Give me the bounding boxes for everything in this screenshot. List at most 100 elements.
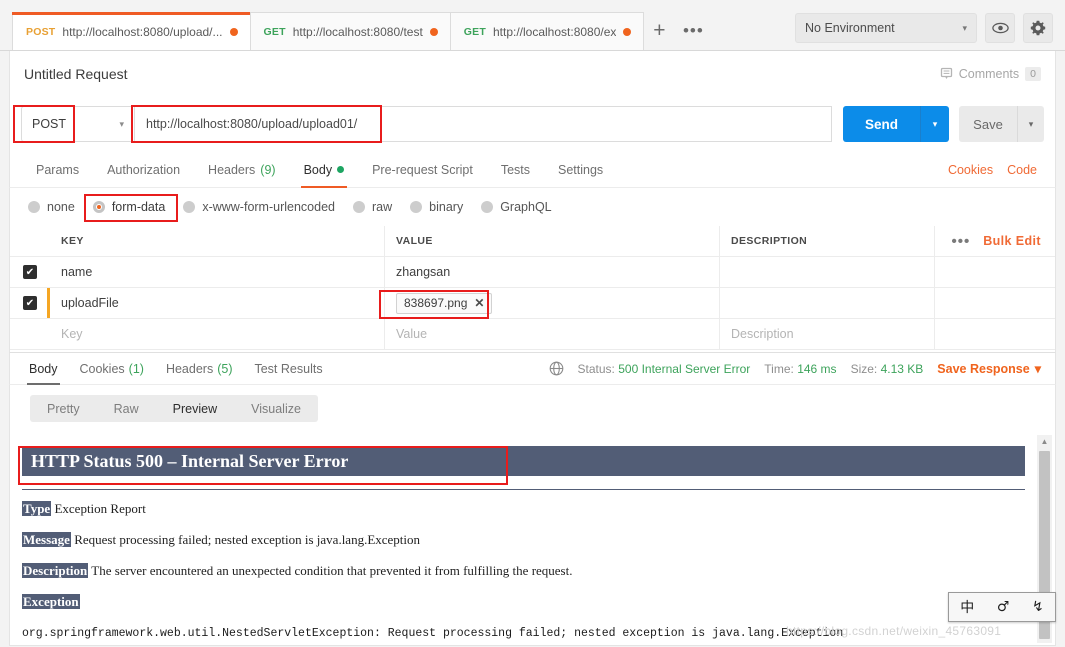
body-type-none[interactable]: none bbox=[28, 200, 75, 214]
response-tab-body[interactable]: Body bbox=[18, 352, 69, 385]
tab-tests[interactable]: Tests bbox=[487, 152, 544, 188]
body-type-x-www-form-urlencoded[interactable]: x-www-form-urlencoded bbox=[183, 200, 335, 214]
scroll-up-arrow-icon[interactable]: ▲ bbox=[1037, 437, 1052, 446]
row-checkbox[interactable]: ✔ bbox=[23, 265, 37, 279]
row-key-input[interactable]: uploadFile bbox=[50, 288, 385, 318]
view-tab-raw[interactable]: Raw bbox=[97, 395, 156, 422]
table-row: ✔ uploadFile 838697.png ✕ bbox=[10, 288, 1055, 319]
request-tab-list: POST http://localhost:8080/upload/... GE… bbox=[0, 0, 710, 50]
radio-icon bbox=[410, 201, 423, 213]
save-options-button[interactable]: ▾ bbox=[1017, 106, 1044, 142]
globe-icon bbox=[549, 361, 563, 376]
settings-button[interactable] bbox=[1023, 13, 1053, 43]
column-header-key: KEY bbox=[50, 226, 385, 256]
row-actions bbox=[935, 288, 1055, 318]
view-tab-pretty[interactable]: Pretty bbox=[30, 395, 97, 422]
environment-selector[interactable]: No Environment ▾ bbox=[795, 13, 977, 43]
size-label: Size: bbox=[850, 361, 878, 376]
row-value-file-cell[interactable]: 838697.png ✕ bbox=[385, 288, 720, 318]
tab-label: Tests bbox=[500, 162, 530, 177]
new-key-input[interactable]: Key bbox=[50, 319, 385, 349]
chevron-down-icon: ▾ bbox=[962, 22, 967, 33]
banner-divider bbox=[22, 489, 1025, 490]
http-method-label: POST bbox=[32, 117, 67, 131]
table-header-row: KEY VALUE DESCRIPTION ••• Bulk Edit bbox=[10, 226, 1055, 257]
request-links: Cookies Code bbox=[948, 163, 1043, 177]
body-type-graphql[interactable]: GraphQL bbox=[481, 200, 552, 214]
unsaved-indicator-icon bbox=[229, 27, 238, 36]
send-button[interactable]: Send bbox=[843, 106, 920, 142]
column-header-value: VALUE bbox=[385, 226, 720, 256]
save-button[interactable]: Save bbox=[959, 106, 1017, 142]
new-value-input[interactable]: Value bbox=[385, 319, 720, 349]
request-tab-3[interactable]: GET http://localhost:8080/ex bbox=[449, 12, 645, 50]
response-bar: Body Cookies (1) Headers (5) Test Result… bbox=[9, 352, 1056, 385]
tab-body[interactable]: Body bbox=[290, 152, 359, 188]
response-tab-headers[interactable]: Headers (5) bbox=[155, 352, 244, 385]
response-body-preview: HTTP Status 500 – Internal Server Error … bbox=[9, 432, 1056, 646]
row-checkbox[interactable]: ✔ bbox=[23, 296, 37, 310]
body-type-form-data[interactable]: form-data bbox=[92, 200, 165, 214]
error-text-message: Request processing failed; nested except… bbox=[74, 532, 421, 547]
ime-mode-chinese-icon[interactable]: 中 bbox=[960, 597, 974, 617]
body-type-label: GraphQL bbox=[500, 200, 552, 214]
request-tab-1[interactable]: POST http://localhost:8080/upload/... bbox=[12, 12, 251, 50]
error-banner: HTTP Status 500 – Internal Server Error bbox=[22, 446, 1025, 476]
body-type-label: x-www-form-urlencoded bbox=[202, 200, 335, 214]
response-tab-test-results[interactable]: Test Results bbox=[243, 352, 333, 385]
ime-tool-icon[interactable]: ↯ bbox=[1032, 599, 1044, 615]
tab-label: Headers bbox=[208, 162, 256, 177]
body-type-options: none form-data x-www-form-urlencoded raw… bbox=[9, 188, 1056, 226]
new-description-input[interactable]: Description bbox=[720, 319, 935, 349]
request-tab-2[interactable]: GET http://localhost:8080/test bbox=[249, 12, 451, 50]
bulk-edit-link[interactable]: Bulk Edit bbox=[983, 234, 1041, 248]
eye-icon bbox=[991, 22, 1009, 34]
http-method-selector[interactable]: POST ▾ bbox=[21, 106, 134, 142]
size-group: Size: 4.13 KB bbox=[851, 362, 924, 376]
save-response-button[interactable]: Save Response ▾ bbox=[937, 361, 1041, 377]
remove-file-icon[interactable]: ✕ bbox=[474, 296, 484, 310]
response-meta: Status: 500 Internal Server Error Time: … bbox=[549, 361, 1047, 376]
send-options-button[interactable]: ▾ bbox=[920, 106, 949, 142]
tab-pre-request-script[interactable]: Pre-request Script bbox=[358, 152, 487, 188]
row-value-input[interactable]: zhangsan bbox=[385, 257, 720, 287]
body-type-raw[interactable]: raw bbox=[353, 200, 392, 214]
environment-label: No Environment bbox=[805, 21, 895, 35]
code-link[interactable]: Code bbox=[1007, 163, 1037, 177]
time-label: Time: bbox=[764, 361, 794, 376]
view-tab-visualize[interactable]: Visualize bbox=[234, 395, 318, 422]
tab-headers[interactable]: Headers (9) bbox=[194, 152, 290, 188]
tab-authorization[interactable]: Authorization bbox=[93, 152, 194, 188]
error-label-type: Type bbox=[22, 501, 52, 516]
row-key-input[interactable]: name bbox=[50, 257, 385, 287]
ime-punctuation-icon[interactable]: ♂ bbox=[997, 599, 1010, 615]
tomcat-error-page: HTTP Status 500 – Internal Server Error … bbox=[22, 432, 1025, 645]
body-type-binary[interactable]: binary bbox=[410, 200, 463, 214]
error-text-description: The server encountered an unexpected con… bbox=[91, 563, 573, 578]
radio-icon bbox=[481, 201, 494, 213]
row-description-input[interactable] bbox=[720, 257, 935, 287]
new-tab-button[interactable]: + bbox=[643, 12, 676, 50]
view-tab-preview[interactable]: Preview bbox=[156, 395, 234, 422]
table-options-icon[interactable]: ••• bbox=[951, 233, 970, 250]
time-value: 146 ms bbox=[797, 361, 837, 376]
cookies-link[interactable]: Cookies bbox=[948, 163, 993, 177]
tab-overflow-menu-icon[interactable]: ••• bbox=[677, 12, 710, 50]
error-banner-title: HTTP Status 500 – Internal Server Error bbox=[31, 450, 349, 471]
comments-button[interactable]: Comments 0 bbox=[940, 66, 1041, 81]
status-group: Status: 500 Internal Server Error bbox=[578, 362, 751, 376]
tab-settings[interactable]: Settings bbox=[544, 152, 617, 188]
file-name-label: 838697.png bbox=[404, 296, 468, 310]
comments-count-badge: 0 bbox=[1025, 66, 1041, 81]
ime-toolbar[interactable]: 中 ♂ ↯ bbox=[948, 592, 1056, 622]
url-input[interactable]: http://localhost:8080/upload/upload01/ bbox=[134, 106, 832, 142]
environment-quick-look-button[interactable] bbox=[985, 13, 1015, 43]
file-chip[interactable]: 838697.png ✕ bbox=[396, 292, 493, 314]
row-description-input[interactable] bbox=[720, 288, 935, 318]
tab-params[interactable]: Params bbox=[22, 152, 93, 188]
response-tab-cookies[interactable]: Cookies (1) bbox=[69, 352, 155, 385]
error-label-exception: Exception bbox=[22, 594, 80, 609]
radio-icon bbox=[353, 201, 365, 213]
page-title: Untitled Request bbox=[24, 65, 128, 82]
row-actions bbox=[935, 257, 1055, 287]
